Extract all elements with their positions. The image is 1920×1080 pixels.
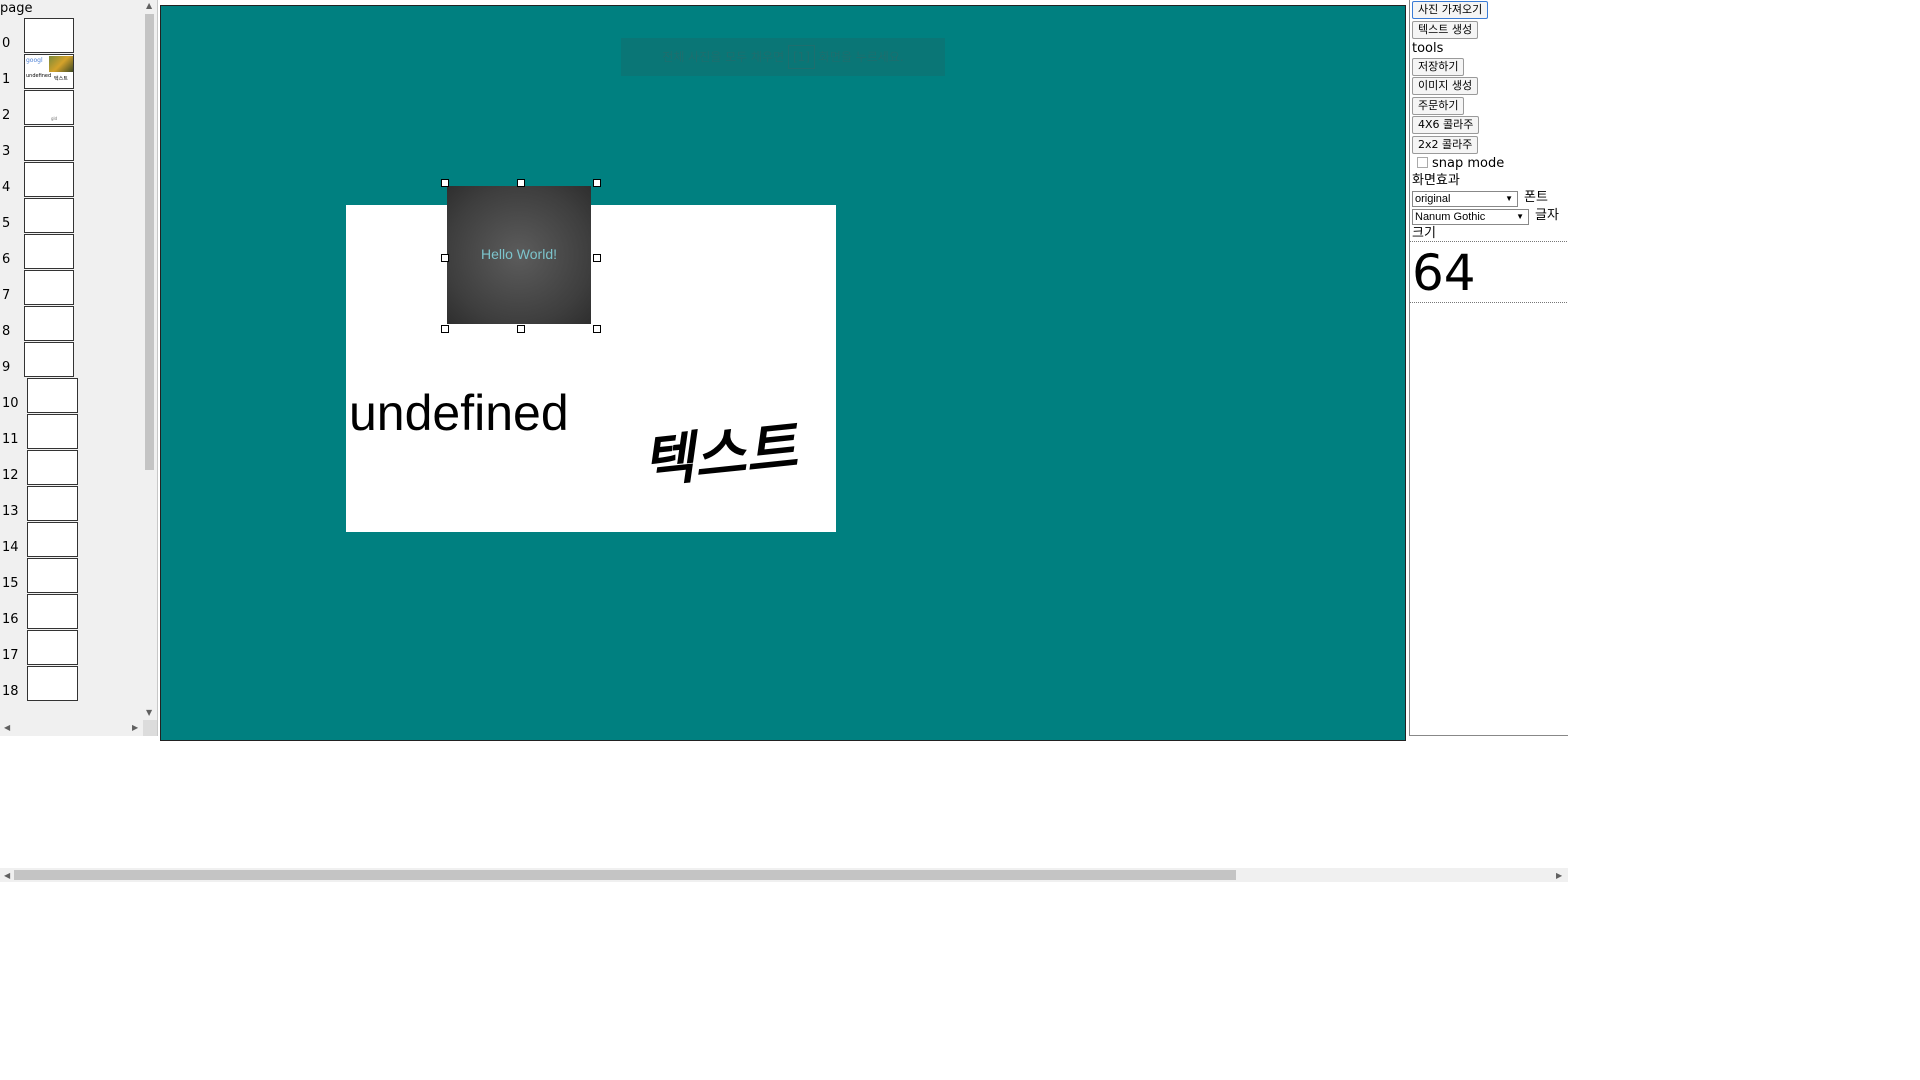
instruction-banner: 전체 사진을 모두 채우면 [1] 화면을 누르세요. xyxy=(621,38,945,76)
page-thumbnail[interactable] xyxy=(24,234,74,269)
page-thumbnail[interactable] xyxy=(24,198,74,233)
page-thumbnail[interactable] xyxy=(24,270,74,305)
page-number: 10 xyxy=(2,396,19,411)
page-number: 2 xyxy=(2,108,11,123)
font-label: 폰트 xyxy=(1524,190,1548,205)
text-object-korean[interactable]: 텍스트 xyxy=(638,402,800,499)
page-number: 4 xyxy=(2,180,11,195)
page-number: 18 xyxy=(2,684,19,699)
editor-canvas[interactable]: 전체 사진을 모두 채우면 [1] 화면을 누르세요. undefined 텍스… xyxy=(160,5,1406,741)
import-photo-button[interactable]: 사진 가져오기 xyxy=(1412,1,1489,19)
create-text-button[interactable]: 텍스트 생성 xyxy=(1412,21,1479,39)
create-image-button[interactable]: 이미지 생성 xyxy=(1412,77,1479,95)
scroll-up-arrow-icon[interactable]: ▲ xyxy=(146,1,152,10)
chevron-down-icon: ▼ xyxy=(1516,212,1524,221)
page-number: 0 xyxy=(2,36,11,51)
page-number: 8 xyxy=(2,324,11,339)
font-size-input[interactable]: 64 xyxy=(1410,241,1567,303)
page-thumbnail[interactable] xyxy=(24,126,74,161)
page-horizontal-scroll-thumb[interactable] xyxy=(14,870,1236,880)
scroll-left-arrow-icon[interactable]: ◀ xyxy=(4,723,10,732)
page-thumbnail[interactable] xyxy=(27,414,78,449)
page-number: 17 xyxy=(2,648,19,663)
resize-handle-top-right[interactable] xyxy=(593,179,601,187)
text-object-english[interactable]: undefined xyxy=(349,383,569,443)
page-thumbnail[interactable] xyxy=(27,522,78,557)
page-thumbnail[interactable]: gld xyxy=(24,90,74,125)
page-list-panel: page 0 1 googl undefined 텍스트 2 gld 3 4 5 6 7 8 9 10 11 1… xyxy=(0,0,158,736)
page-thumbnail[interactable] xyxy=(27,630,78,665)
page-horizontal-scrollbar[interactable]: ◀ ▶ xyxy=(0,868,1568,882)
page-number: 14 xyxy=(2,540,19,555)
page-number: 12 xyxy=(2,468,19,483)
image-caption: Hello World! xyxy=(481,246,557,262)
tools-panel: 사진 가져오기 텍스트 생성 tools 저장하기 이미지 생성 주문하기 4X… xyxy=(1409,0,1568,736)
page-thumbnail[interactable] xyxy=(27,486,78,521)
page-number: 16 xyxy=(2,612,19,627)
page-thumbnail[interactable] xyxy=(24,18,74,53)
page-number: 13 xyxy=(2,504,19,519)
thumb-google-logo: googl xyxy=(26,57,43,64)
page-thumbnail[interactable] xyxy=(27,378,78,413)
page-thumbnail[interactable] xyxy=(27,666,78,701)
page-list-horizontal-scrollbar[interactable]: ◀ ▶ xyxy=(0,721,143,735)
font-select[interactable]: Nanum Gothic ▼ xyxy=(1412,209,1529,225)
page-list-header: page xyxy=(0,1,33,16)
scroll-down-arrow-icon[interactable]: ▼ xyxy=(146,708,152,717)
hint-page-box: [1] xyxy=(787,45,815,69)
hint-text-before: 전체 사진을 모두 채우면 xyxy=(662,50,785,64)
size-label-part2: 크기 xyxy=(1412,226,1436,241)
hint-text-after: 화면을 누르세요. xyxy=(818,50,904,64)
page-thumbnail[interactable] xyxy=(24,306,74,341)
page-thumbnail[interactable] xyxy=(27,450,78,485)
page-list-item[interactable]: 18 xyxy=(0,666,140,711)
tools-label: tools xyxy=(1412,41,1444,56)
page-number: 7 xyxy=(2,288,11,303)
page-thumbnail[interactable] xyxy=(27,594,78,629)
effect-label: 화면효과 xyxy=(1412,173,1460,188)
page-thumbnail[interactable] xyxy=(24,342,74,377)
page-list-scroll-thumb[interactable] xyxy=(145,14,154,470)
photo-paper[interactable]: undefined 텍스트 xyxy=(346,205,836,532)
effect-select-value: original xyxy=(1415,193,1451,205)
page-number: 1 xyxy=(2,72,11,87)
page-number: 11 xyxy=(2,432,19,447)
chevron-down-icon: ▼ xyxy=(1505,194,1513,203)
page-number: 9 xyxy=(2,360,11,375)
page-thumbnail[interactable] xyxy=(24,162,74,197)
thumb-small-text: gld xyxy=(51,116,58,121)
order-button[interactable]: 주문하기 xyxy=(1412,97,1465,115)
snap-mode-label: snap mode xyxy=(1432,156,1505,171)
thumb-photo xyxy=(49,56,73,72)
scroll-left-arrow-icon[interactable]: ◀ xyxy=(4,871,10,880)
font-select-value: Nanum Gothic xyxy=(1415,211,1486,223)
collage-4x6-button[interactable]: 4X6 콜라주 xyxy=(1412,116,1480,134)
page-list-vertical-scrollbar[interactable]: ▲ ▼ xyxy=(143,0,157,720)
page-thumbnail[interactable]: googl undefined 텍스트 xyxy=(24,54,74,89)
thumb-korean-text: 텍스트 xyxy=(54,76,68,82)
thumb-undefined-text: undefined xyxy=(26,73,52,79)
save-button[interactable]: 저장하기 xyxy=(1412,58,1465,76)
size-label-part1: 글자 xyxy=(1535,208,1559,223)
page-number: 6 xyxy=(2,252,11,267)
page-number: 15 xyxy=(2,576,19,591)
scrollbar-corner xyxy=(143,720,157,736)
snap-mode-checkbox[interactable] xyxy=(1417,157,1428,168)
scroll-right-arrow-icon[interactable]: ▶ xyxy=(1556,871,1562,880)
page-number: 5 xyxy=(2,216,11,231)
page-thumbnail[interactable] xyxy=(27,558,78,593)
selected-image-object[interactable]: Hello World! xyxy=(447,186,591,324)
collage-2x2-button[interactable]: 2x2 콜라주 xyxy=(1412,136,1479,154)
effect-select[interactable]: original ▼ xyxy=(1412,191,1518,207)
page-number: 3 xyxy=(2,144,11,159)
scroll-right-arrow-icon[interactable]: ▶ xyxy=(132,723,138,732)
